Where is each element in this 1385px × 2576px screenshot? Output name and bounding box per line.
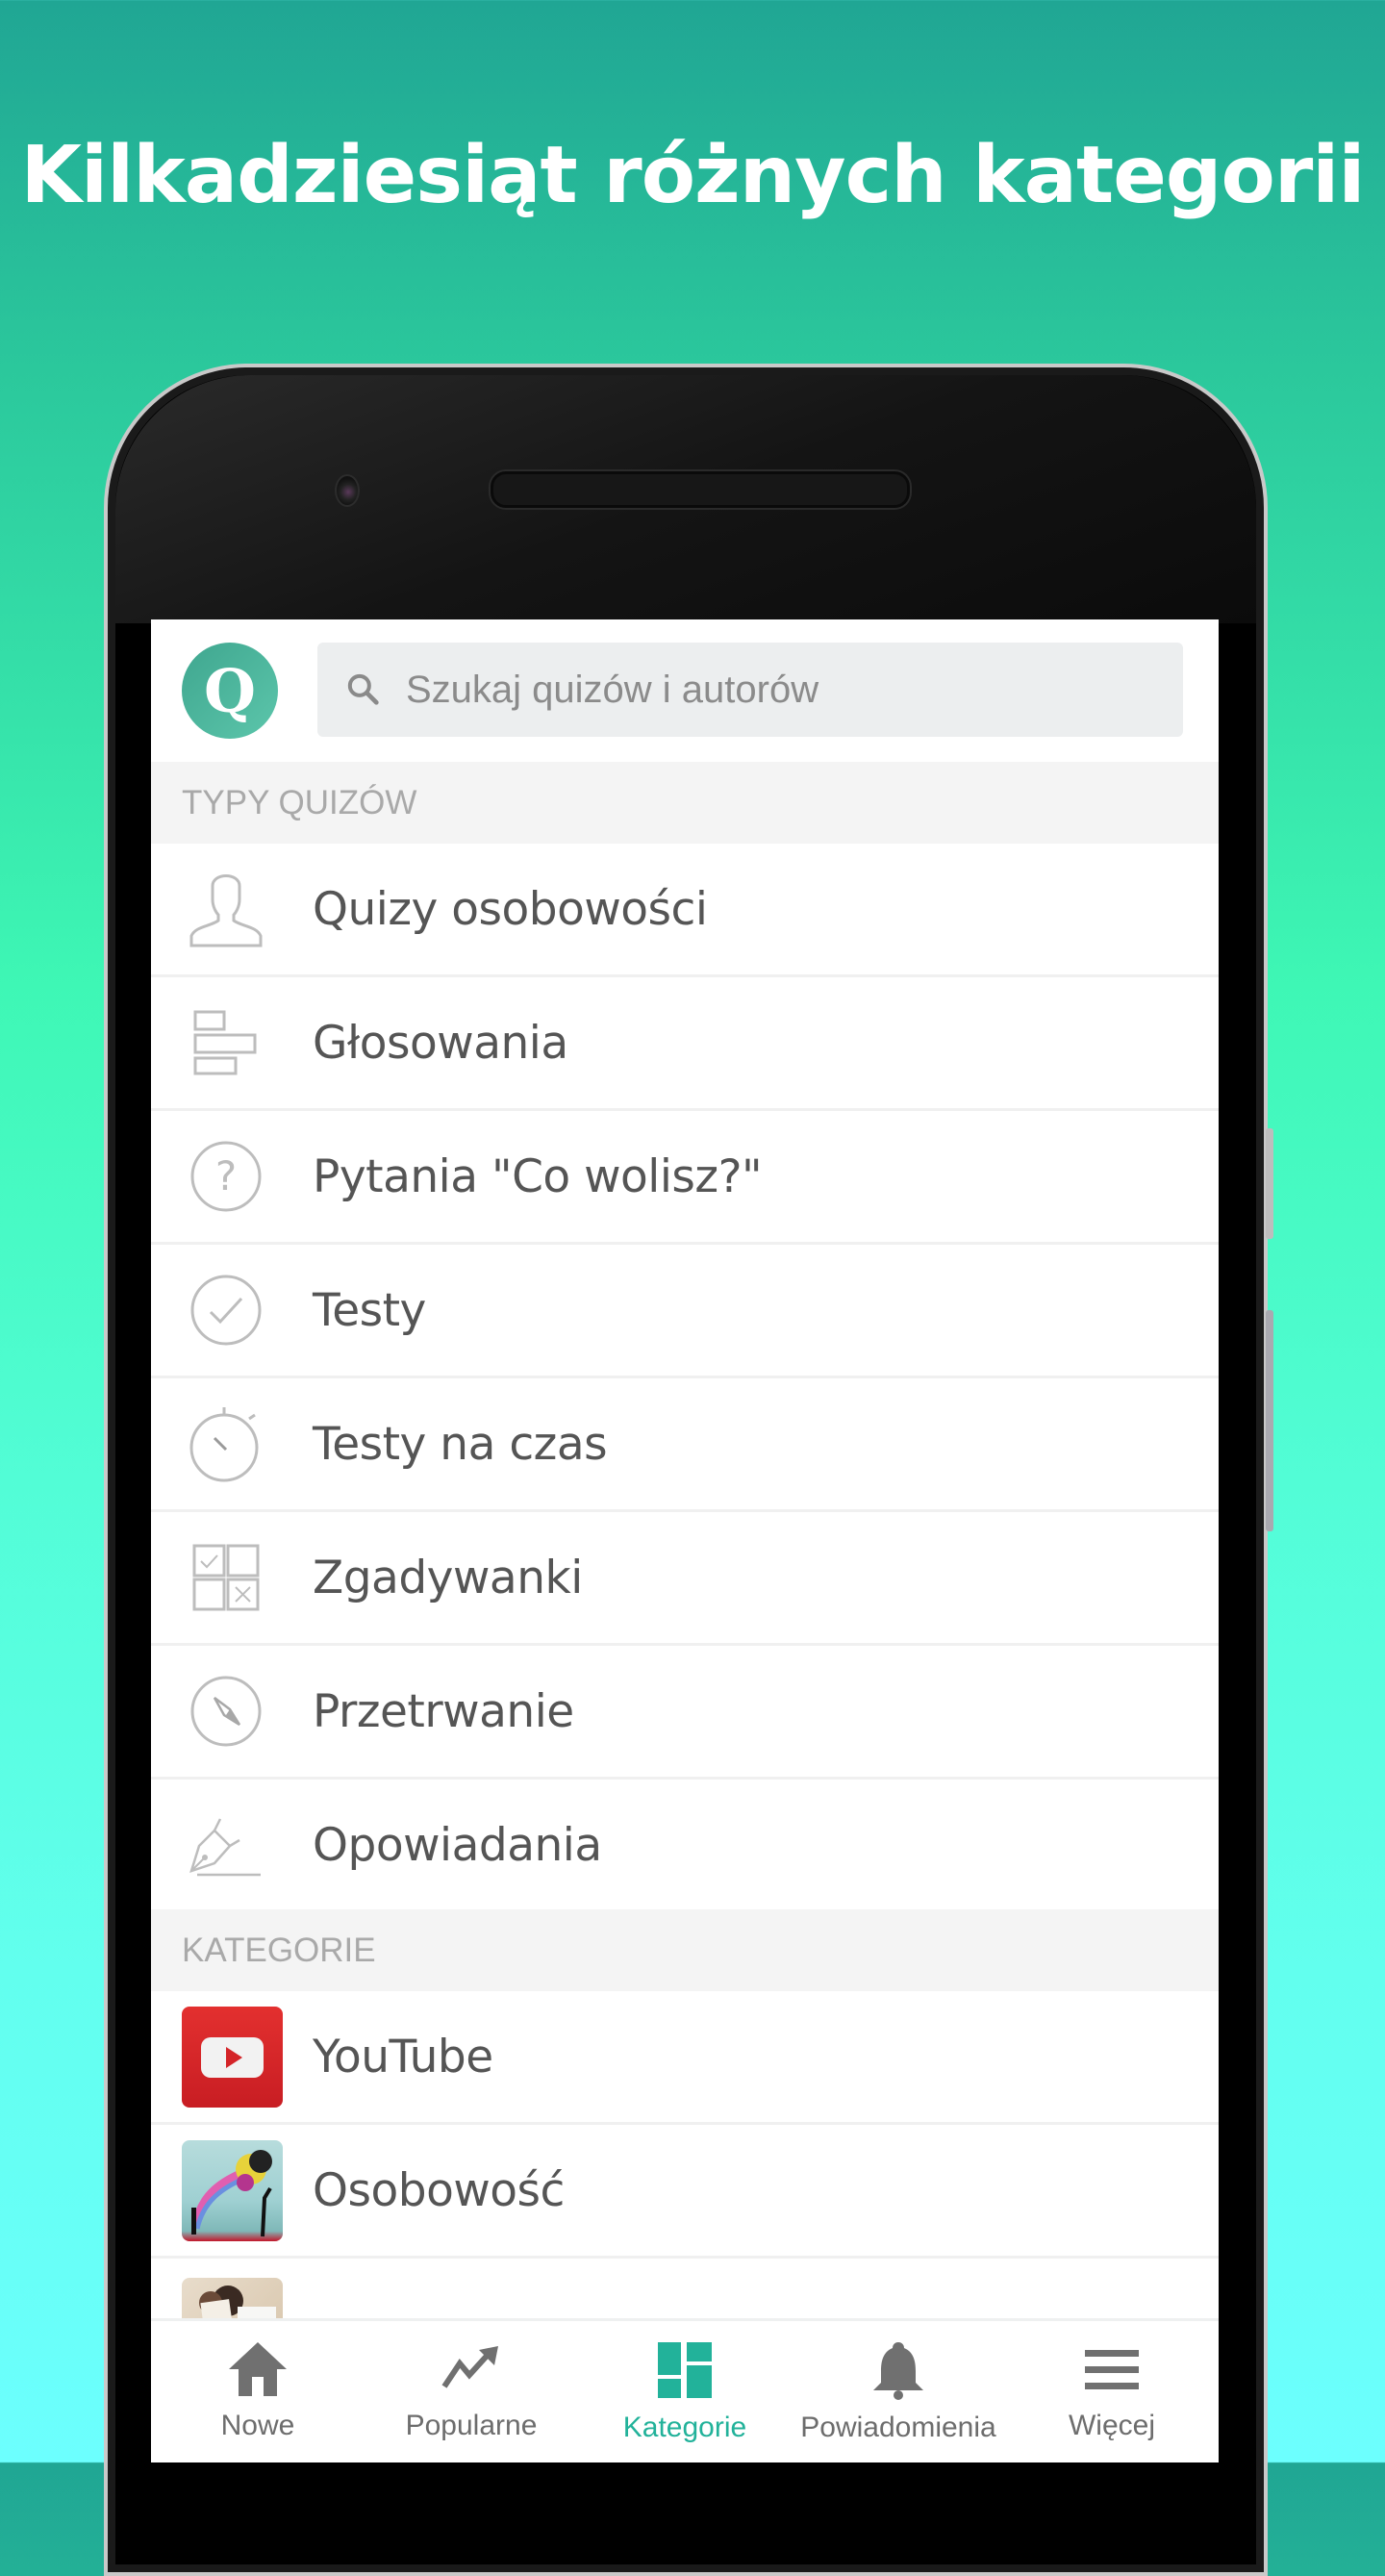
- list-item-label: Przetrwanie: [313, 1684, 574, 1738]
- phone-side-button-lower: [1266, 1310, 1273, 1531]
- stopwatch-icon: [188, 1405, 264, 1482]
- list-item-label: Zgadywanki: [313, 1551, 583, 1604]
- check-circle-icon: [188, 1272, 264, 1349]
- bottom-navigation: Nowe Popularne Kategorie Powiadomienia W…: [151, 2318, 1219, 2462]
- nav-item-kategorie[interactable]: Kategorie: [578, 2321, 792, 2462]
- nav-label: Powiadomienia: [800, 2412, 996, 2443]
- app-screen: Q TYPY QUIZÓW Quizy osobowości Głosowani…: [151, 619, 1219, 2462]
- phone-bezel-top: [115, 375, 1256, 623]
- search-icon: [347, 673, 379, 705]
- nav-label: Nowe: [220, 2410, 295, 2441]
- menu-icon: [1085, 2350, 1139, 2389]
- list-item-quiz-type[interactable]: Zgadywanki: [151, 1512, 1219, 1646]
- nav-label: Więcej: [1068, 2410, 1155, 2441]
- nav-label: Popularne: [405, 2410, 538, 2441]
- nav-item-wiecej[interactable]: Więcej: [1005, 2321, 1219, 2462]
- list-item-quiz-type[interactable]: Przetrwanie: [151, 1646, 1219, 1780]
- nav-item-powiadomienia[interactable]: Powiadomienia: [792, 2321, 1005, 2462]
- list-item-label: Głosowania: [313, 1016, 568, 1070]
- dashboard-icon: [658, 2342, 712, 2398]
- home-icon: [229, 2342, 287, 2396]
- nav-item-nowe[interactable]: Nowe: [151, 2321, 365, 2462]
- list-item-quiz-type[interactable]: Opowiadania: [151, 1780, 1219, 1913]
- app-logo[interactable]: Q: [182, 643, 278, 739]
- list-item-quiz-type[interactable]: Testy: [151, 1245, 1219, 1378]
- grid-check-icon: [188, 1539, 264, 1616]
- nav-item-popularne[interactable]: Popularne: [365, 2321, 578, 2462]
- nav-label: Kategorie: [622, 2412, 747, 2443]
- personality-image: [182, 2139, 283, 2241]
- front-camera: [335, 474, 360, 507]
- list-item-category[interactable]: Osobowość: [151, 2125, 1219, 2259]
- trending-up-icon: [441, 2346, 498, 2388]
- section-header-categories: KATEGORIE: [151, 1909, 1219, 1991]
- list-item-category[interactable]: YouTube: [151, 1991, 1219, 2125]
- app-header: Q: [151, 619, 1219, 762]
- list-item-label: Osobowość: [313, 2163, 565, 2217]
- list-item-label: Testy na czas: [313, 1417, 608, 1471]
- list-item-label: Opowiadania: [313, 1818, 602, 1872]
- section-header-quiz-types: TYPY QUIZÓW: [151, 762, 1219, 844]
- phone-side-button-upper: [1266, 1128, 1273, 1239]
- person-icon: [188, 871, 264, 947]
- list-item-quiz-type[interactable]: Quizy osobowości: [151, 844, 1219, 977]
- search-bar[interactable]: [317, 643, 1183, 737]
- youtube-logo-icon: [182, 2006, 283, 2108]
- compass-icon: [188, 1673, 264, 1750]
- list-item-quiz-type[interactable]: Testy na czas: [151, 1378, 1219, 1512]
- list-item-label: Quizy osobowości: [313, 882, 708, 936]
- poll-bars-icon: [188, 1004, 264, 1081]
- list-item-quiz-type[interactable]: ? Pytania "Co wolisz?": [151, 1111, 1219, 1245]
- promo-headline: Kilkadziesiąt różnych kategorii: [20, 130, 1366, 221]
- list-item-label: Pytania "Co wolisz?": [313, 1149, 763, 1203]
- pen-nib-icon: [188, 1806, 264, 1883]
- bell-icon: [873, 2342, 923, 2400]
- earpiece-speaker: [491, 471, 910, 508]
- list-item-label: YouTube: [313, 2030, 493, 2084]
- question-circle-icon: ?: [188, 1138, 264, 1215]
- list-item-label: Testy: [313, 1283, 426, 1337]
- search-input[interactable]: [404, 667, 1158, 713]
- svg-text:?: ?: [215, 1152, 237, 1200]
- list-item-quiz-type[interactable]: Głosowania: [151, 977, 1219, 1111]
